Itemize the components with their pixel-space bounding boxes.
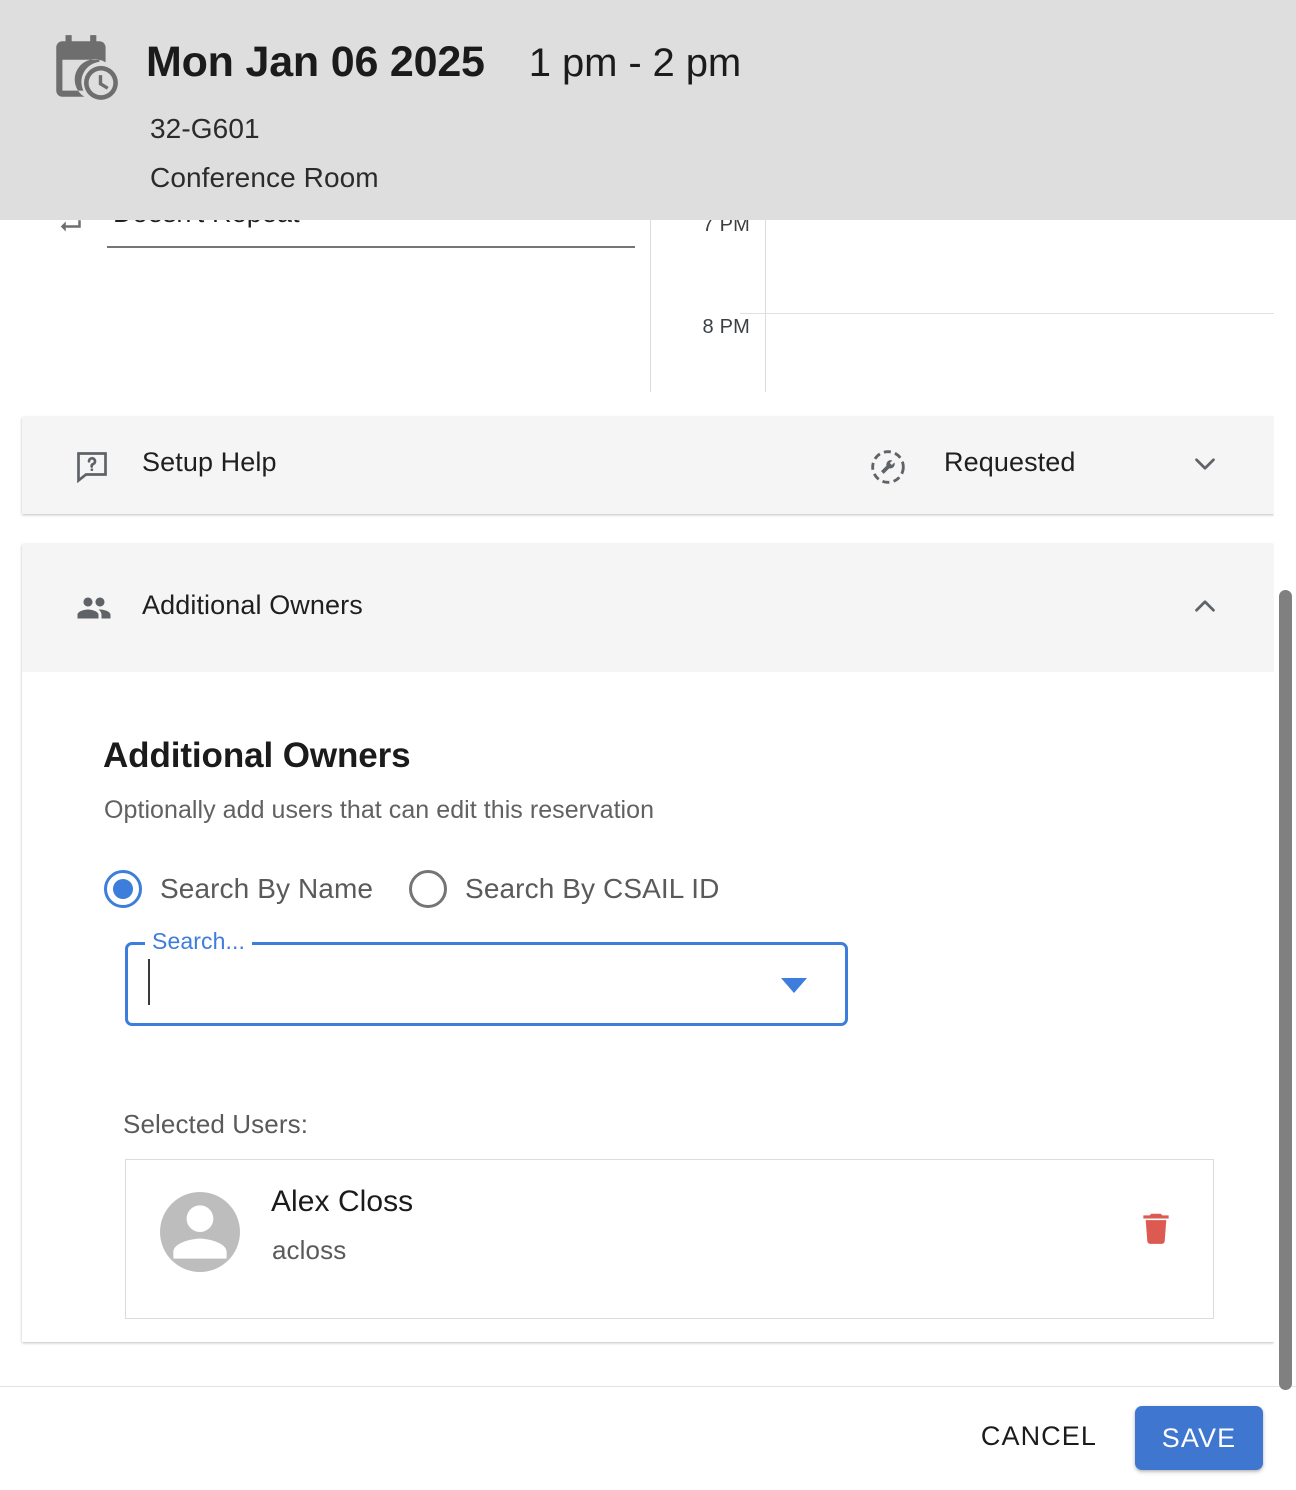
additional-owners-header[interactable]: Additional Owners (22, 544, 1274, 672)
selected-users-label: Selected Users: (123, 1109, 308, 1140)
calendar-clock-icon (47, 32, 121, 106)
pending-setup-icon (868, 447, 908, 487)
header-time-range: 1 pm - 2 pm (529, 41, 741, 86)
setup-help-section[interactable]: Setup Help Requested (22, 417, 1274, 514)
search-mode-radio-group: Search By Name Search By CSAIL ID (104, 870, 719, 908)
time-grid-divider-mid (765, 196, 766, 392)
user-name: Alex Closs (271, 1185, 413, 1219)
radio-search-by-name-label: Search By Name (160, 873, 373, 905)
person-avatar-icon (160, 1192, 240, 1272)
time-grid: 7 PM 8 PM (650, 196, 1296, 392)
radio-button-selected-icon (104, 870, 142, 908)
user-username: acloss (272, 1235, 346, 1266)
header-title-row: Mon Jan 06 2025 1 pm - 2 pm (146, 38, 741, 87)
text-cursor (148, 959, 150, 1005)
save-button[interactable]: SAVE (1135, 1406, 1263, 1470)
chevron-down-icon[interactable] (1188, 447, 1222, 481)
list-item: Alex Closs acloss (126, 1160, 1215, 1320)
time-grid-line (740, 313, 1295, 314)
radio-search-by-csail-id[interactable]: Search By CSAIL ID (409, 870, 719, 908)
header-date: Mon Jan 06 2025 (146, 38, 485, 87)
reservation-header: Mon Jan 06 2025 1 pm - 2 pm 32-G601 Conf… (0, 0, 1296, 220)
dialog-footer: CANCEL SAVE (0, 1387, 1296, 1490)
additional-owners-body: Additional Owners Optionally add users t… (22, 672, 1274, 1342)
scrollbar-thumb[interactable] (1279, 590, 1292, 1390)
setup-help-label: Setup Help (142, 447, 277, 478)
help-comment-icon (74, 449, 110, 485)
selected-users-list: Alex Closs acloss (125, 1159, 1214, 1319)
reservation-editor: Doesn't Repeat 7 PM 8 PM Mon Jan 06 2025… (0, 0, 1296, 1490)
additional-owners-subtitle: Optionally add users that can edit this … (104, 796, 654, 825)
people-icon (74, 590, 114, 626)
radio-button-unselected-icon (409, 870, 447, 908)
repeat-underline (107, 246, 635, 248)
radio-search-by-csail-id-label: Search By CSAIL ID (465, 873, 719, 905)
chevron-up-icon[interactable] (1188, 589, 1222, 623)
setup-help-status: Requested (944, 447, 1076, 478)
dropdown-arrow-icon[interactable] (781, 978, 807, 993)
trash-icon[interactable] (1137, 1206, 1175, 1250)
owner-search-field[interactable]: Search... (125, 942, 848, 1026)
header-room-number: 32-G601 (150, 113, 260, 145)
cancel-button[interactable]: CANCEL (959, 1405, 1119, 1468)
owner-search-label: Search... (145, 928, 252, 955)
additional-owners-section: Additional Owners Additional Owners Opti… (22, 544, 1274, 1342)
radio-search-by-name[interactable]: Search By Name (104, 870, 373, 908)
header-room-type: Conference Room (150, 162, 379, 194)
time-label-8pm: 8 PM (650, 316, 750, 339)
additional-owners-title: Additional Owners (103, 736, 411, 776)
additional-owners-header-label: Additional Owners (142, 590, 363, 621)
